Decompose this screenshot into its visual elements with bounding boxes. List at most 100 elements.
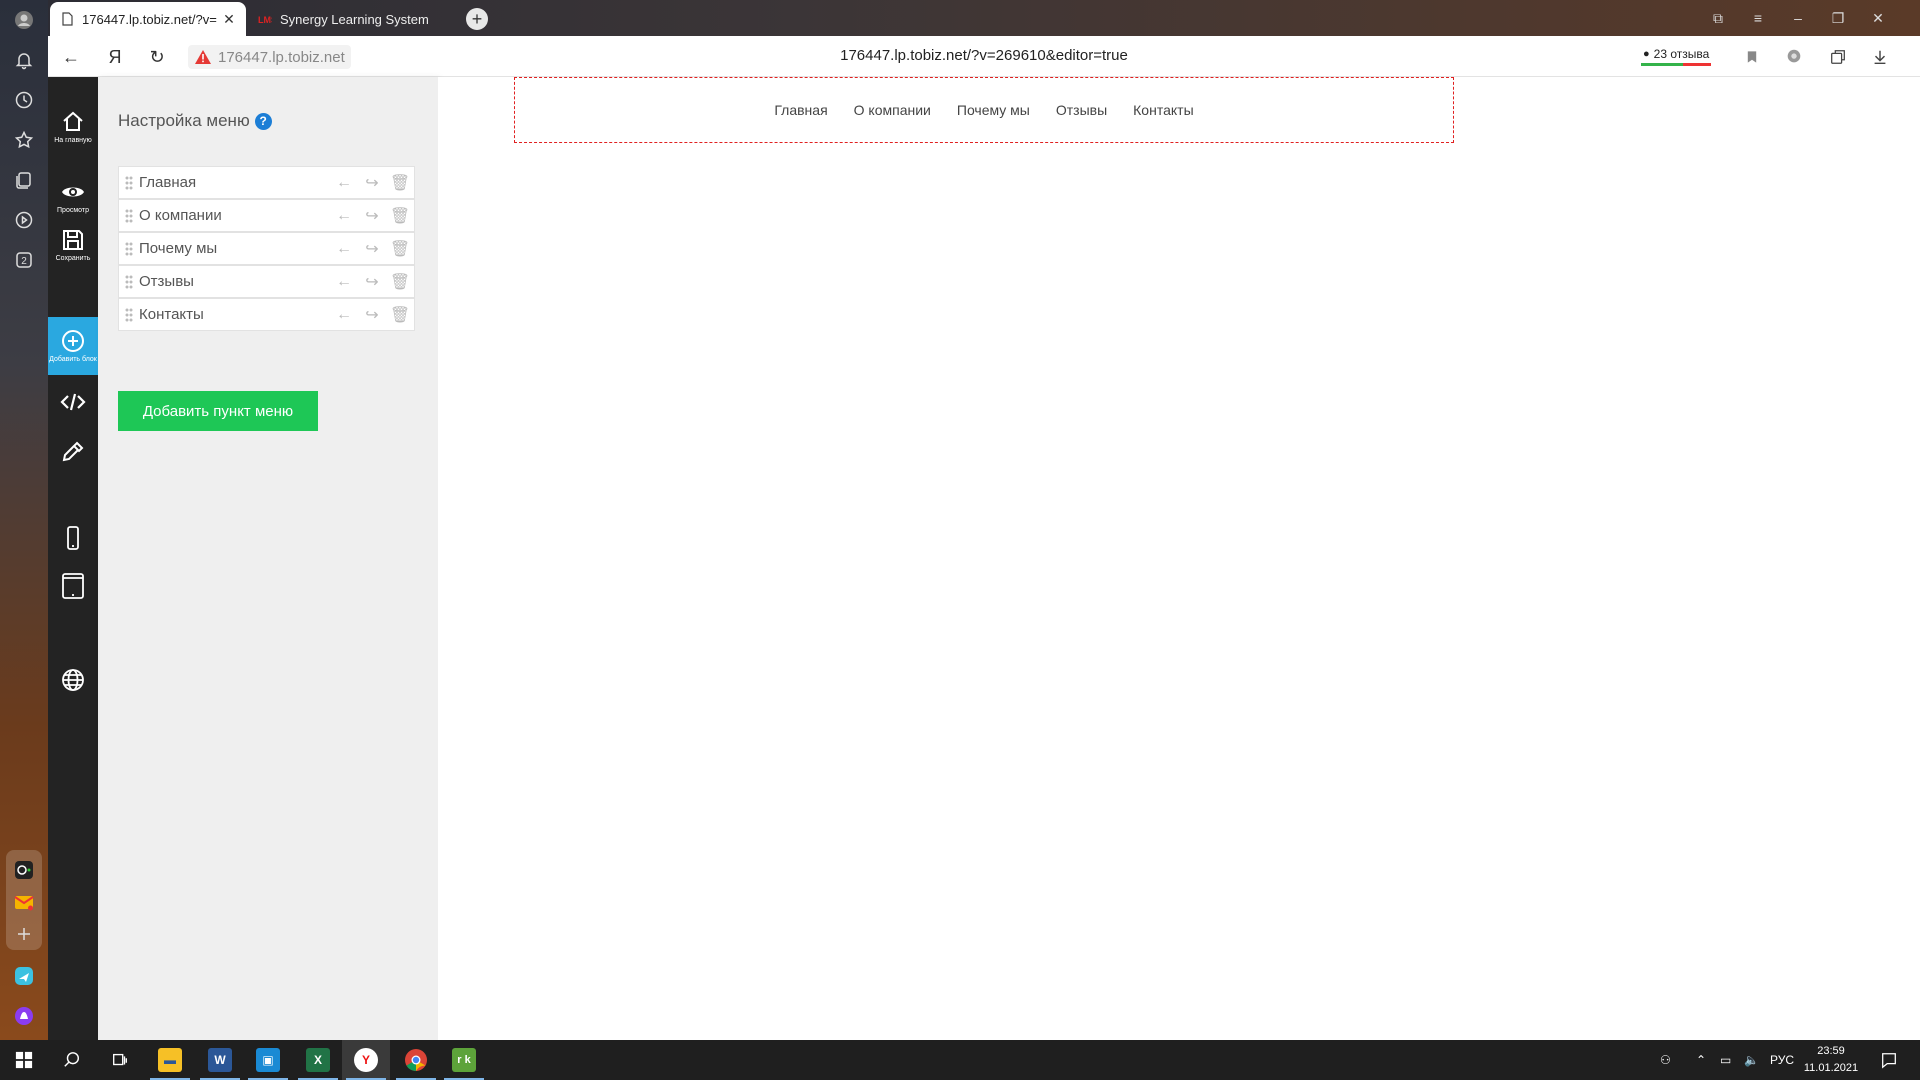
indent-arrow-icon[interactable]: ↪ xyxy=(358,266,386,297)
mobile-view-button[interactable] xyxy=(48,525,98,553)
svg-text:LMS: LMS xyxy=(258,15,272,25)
alice-widget-icon[interactable] xyxy=(12,858,36,882)
tablet-view-button[interactable] xyxy=(48,573,98,601)
tab-synergy[interactable]: LMS Synergy Learning System xyxy=(248,2,448,36)
indent-arrow-icon[interactable]: ↪ xyxy=(358,167,386,198)
app-rk-icon[interactable]: r k xyxy=(440,1040,488,1080)
help-icon[interactable]: ? xyxy=(254,112,272,130)
outdent-arrow-icon[interactable]: ← xyxy=(330,299,358,330)
close-window-icon[interactable]: ✕ xyxy=(1868,8,1888,28)
minimize-icon[interactable]: – xyxy=(1788,8,1808,28)
menu-item-label[interactable]: Главная xyxy=(139,174,330,191)
notifications-icon[interactable] xyxy=(1880,1040,1898,1080)
indent-arrow-icon[interactable]: ↪ xyxy=(358,233,386,264)
page-canvas: Главная О компании Почему мы Отзывы Конт… xyxy=(438,77,1920,1040)
mail-icon[interactable] xyxy=(12,890,36,914)
play-icon[interactable] xyxy=(12,208,36,232)
selected-menu-block[interactable]: Главная О компании Почему мы Отзывы Конт… xyxy=(514,77,1454,143)
menu-item-label[interactable]: Контакты xyxy=(139,306,330,323)
code-button[interactable] xyxy=(48,389,98,417)
network-icon[interactable]: ▭ xyxy=(1720,1040,1731,1080)
nav-link[interactable]: О компании xyxy=(854,102,931,118)
tab-active[interactable]: 176447.lp.tobiz.net/?v= ✕ xyxy=(50,2,246,36)
protect-icon[interactable] xyxy=(1784,47,1804,67)
trash-icon[interactable]: 🗑 xyxy=(386,167,414,198)
add-block-button[interactable]: Добавить блок xyxy=(48,317,98,375)
word-icon[interactable]: W xyxy=(196,1040,244,1080)
indent-arrow-icon[interactable]: ↪ xyxy=(358,299,386,330)
domain-settings-button[interactable] xyxy=(48,667,98,695)
outdent-arrow-icon[interactable]: ← xyxy=(330,233,358,264)
browser-side-rail: 2 xyxy=(0,0,48,1040)
file-explorer-icon[interactable]: ▬ xyxy=(146,1040,194,1080)
drag-handle-icon[interactable] xyxy=(119,167,139,198)
menu-item-label[interactable]: Отзывы xyxy=(139,273,330,290)
chrome-icon[interactable] xyxy=(392,1040,440,1080)
preview-button[interactable]: Просмотр xyxy=(48,179,98,215)
menu-item-row[interactable]: Почему мы ← ↪ 🗑 xyxy=(118,232,415,265)
counter-two-icon[interactable]: 2 xyxy=(12,248,36,272)
volume-icon[interactable]: 🔈 xyxy=(1744,1040,1759,1080)
bell-icon[interactable] xyxy=(12,48,36,72)
nav-link[interactable]: Почему мы xyxy=(957,102,1030,118)
menu-item-label[interactable]: Почему мы xyxy=(139,240,330,257)
menu-item-row[interactable]: О компании ← ↪ 🗑 xyxy=(118,199,415,232)
url-text[interactable]: 176447.lp.tobiz.net/?v=269610&editor=tru… xyxy=(48,47,1920,64)
trash-icon[interactable]: 🗑 xyxy=(386,233,414,264)
people-icon[interactable]: ⚇ xyxy=(1660,1040,1671,1080)
task-view-icon[interactable] xyxy=(96,1040,144,1080)
reviews-badge[interactable]: ● 23 отзыва xyxy=(1641,44,1712,66)
input-language[interactable]: РУС xyxy=(1770,1040,1794,1080)
trash-icon[interactable]: 🗑 xyxy=(386,266,414,297)
outdent-arrow-icon[interactable]: ← xyxy=(330,167,358,198)
globe-icon xyxy=(62,669,84,691)
home-button[interactable]: На главную xyxy=(48,109,98,145)
nav-link[interactable]: Главная xyxy=(774,102,827,118)
nav-link[interactable]: Отзывы xyxy=(1056,102,1107,118)
outdent-arrow-icon[interactable]: ← xyxy=(330,200,358,231)
home-label: На главную xyxy=(54,137,92,144)
indent-arrow-icon[interactable]: ↪ xyxy=(358,200,386,231)
collections-icon[interactable] xyxy=(12,168,36,192)
system-clock[interactable]: 23:59 11.01.2021 xyxy=(1796,1043,1866,1077)
yandex-browser-icon[interactable]: Y xyxy=(342,1040,390,1080)
menu-item-row[interactable]: Главная ← ↪ 🗑 xyxy=(118,166,415,199)
outdent-arrow-icon[interactable]: ← xyxy=(330,266,358,297)
tray-expand-icon[interactable]: ⌃ xyxy=(1696,1040,1706,1080)
drag-handle-icon[interactable] xyxy=(119,233,139,264)
menu-icon[interactable]: ≡ xyxy=(1748,8,1768,28)
windows-start-icon[interactable] xyxy=(0,1040,48,1080)
close-tab-icon[interactable]: ✕ xyxy=(222,11,236,28)
restore-icon[interactable]: ❐ xyxy=(1828,8,1848,28)
download-icon[interactable] xyxy=(1870,47,1890,67)
excel-icon[interactable]: X xyxy=(294,1040,342,1080)
drag-handle-icon[interactable] xyxy=(119,200,139,231)
menu-item-label[interactable]: О компании xyxy=(139,207,330,224)
nav-link[interactable]: Контакты xyxy=(1133,102,1193,118)
menu-item-row[interactable]: Отзывы ← ↪ 🗑 xyxy=(118,265,415,298)
new-tab-button[interactable]: + xyxy=(466,8,488,30)
star-icon[interactable] xyxy=(12,128,36,152)
editor-toolbar: На главную Просмотр Сохранить Добавить б… xyxy=(48,77,98,1040)
phone-icon xyxy=(67,526,79,550)
trash-icon[interactable]: 🗑 xyxy=(386,200,414,231)
menu-item-row[interactable]: Контакты ← ↪ 🗑 xyxy=(118,298,415,331)
profile-avatar-icon[interactable] xyxy=(12,8,36,32)
add-menu-item-button[interactable]: Добавить пункт меню xyxy=(118,391,318,431)
extensions-icon[interactable] xyxy=(1828,47,1848,67)
store-icon[interactable]: ▣ xyxy=(244,1040,292,1080)
panel-title: Настройка меню ? xyxy=(118,111,272,131)
save-button[interactable]: Сохранить xyxy=(48,227,98,263)
drag-handle-icon[interactable] xyxy=(119,299,139,330)
alice-assistant-icon[interactable] xyxy=(12,1004,36,1028)
add-app-icon[interactable] xyxy=(12,922,36,946)
messenger-icon[interactable] xyxy=(12,964,36,988)
tabs-collection-icon[interactable]: ⧉ xyxy=(1708,8,1728,28)
history-icon[interactable] xyxy=(12,88,36,112)
clock-date: 11.01.2021 xyxy=(1803,1062,1859,1074)
bookmark-icon[interactable] xyxy=(1742,47,1762,67)
drag-handle-icon[interactable] xyxy=(119,266,139,297)
search-icon[interactable] xyxy=(48,1040,96,1080)
color-picker-button[interactable] xyxy=(48,439,98,467)
trash-icon[interactable]: 🗑 xyxy=(386,299,414,330)
